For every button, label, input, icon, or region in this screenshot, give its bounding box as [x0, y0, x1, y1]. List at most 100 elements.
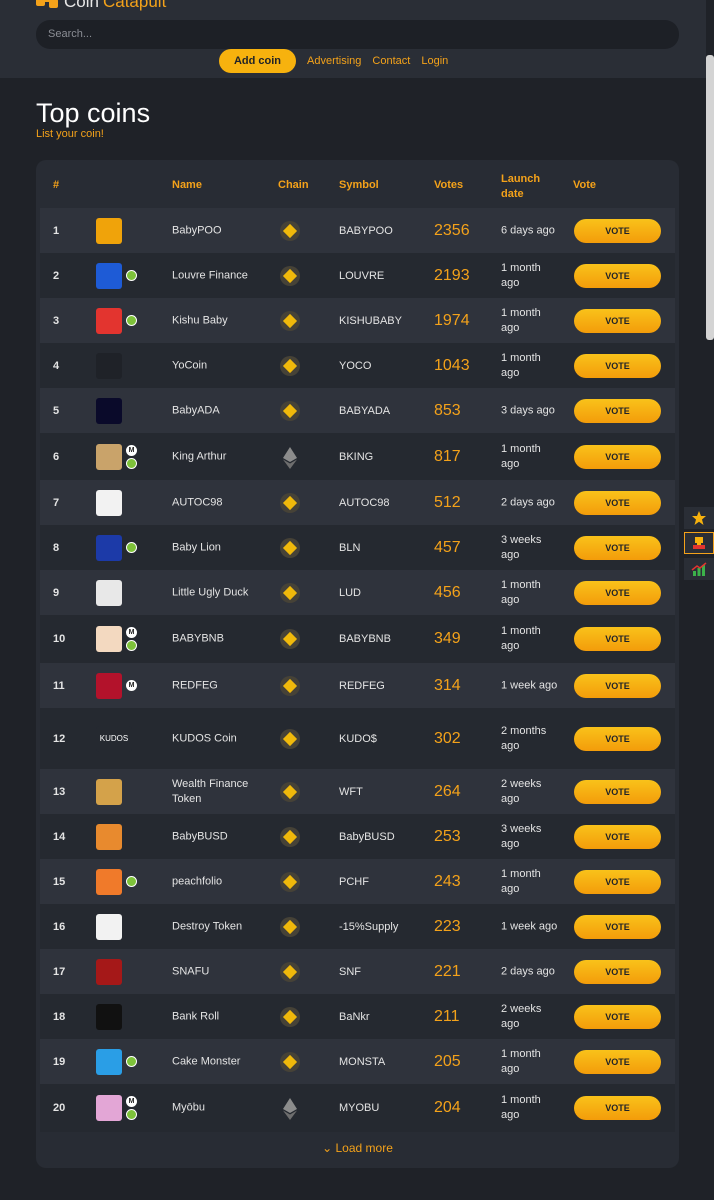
coin-name[interactable]: BabyADA	[172, 403, 267, 418]
vote-count: 457	[434, 538, 461, 556]
side-trophy-button[interactable]	[684, 532, 714, 554]
coin-name[interactable]: Baby Lion	[172, 540, 267, 555]
search-input[interactable]: Search...	[36, 20, 679, 49]
coin-logo-icon[interactable]	[96, 489, 122, 516]
vote-count: 302	[434, 729, 461, 747]
page-scrollbar[interactable]	[706, 55, 714, 340]
nav-login[interactable]: Login	[421, 55, 448, 67]
top-nav: Add coin Advertising Contact Login	[219, 49, 448, 73]
vote-button[interactable]: VOTE	[574, 1096, 661, 1120]
coin-name[interactable]: Little Ugly Duck	[172, 585, 267, 600]
launch-date: 1 month ago	[501, 351, 541, 379]
coin-name[interactable]: peachfolio	[172, 874, 267, 889]
vote-button[interactable]: VOTE	[574, 535, 661, 560]
coin-name[interactable]: BABYBNB	[172, 632, 267, 647]
coin-name[interactable]: KUDOS Coin	[172, 731, 267, 746]
coin-logo-icon[interactable]	[96, 626, 122, 652]
coin-logo-icon[interactable]	[96, 958, 122, 985]
coin-logo-icon[interactable]	[96, 397, 122, 424]
coin-rank: 3	[53, 314, 60, 327]
launch-date: 3 weeks ago	[501, 822, 542, 850]
vote-button[interactable]: VOTE	[574, 959, 661, 984]
vote-button[interactable]: VOTE	[574, 914, 661, 939]
coin-rank: 5	[53, 404, 60, 417]
top-header: Coin Catapult Search... Add coin Advertis…	[0, 0, 706, 78]
coin-logo-icon[interactable]	[96, 672, 122, 699]
coin-name[interactable]: Kishu Baby	[172, 313, 267, 328]
coin-logo-icon[interactable]	[96, 823, 122, 850]
logo[interactable]: Coin Catapult	[36, 0, 166, 12]
nav-contact[interactable]: Contact	[372, 55, 410, 67]
coin-logo-icon[interactable]	[96, 1048, 122, 1075]
coin-logo-icon[interactable]: KUDOS	[96, 725, 132, 752]
coin-name[interactable]: King Arthur	[172, 449, 267, 464]
side-star-button[interactable]	[684, 507, 714, 529]
coin-logo-icon[interactable]	[96, 868, 122, 895]
coin-logo-icon[interactable]	[96, 352, 122, 379]
side-chart-button[interactable]	[684, 558, 714, 580]
vote-button[interactable]: VOTE	[574, 726, 661, 751]
vote-button[interactable]: VOTE	[574, 263, 661, 288]
vote-button[interactable]: VOTE	[574, 490, 661, 515]
launch-date: 1 month ago	[501, 578, 541, 606]
vote-button[interactable]: VOTE	[574, 218, 661, 243]
launch-date: 3 days ago	[501, 404, 555, 416]
table-row: 4 YoCoin YOCO 1043 1 month ago VOTE	[40, 343, 675, 388]
coinmarket-badge-icon: M	[126, 627, 137, 638]
nav-advertising[interactable]: Advertising	[307, 55, 361, 67]
vote-button[interactable]: VOTE	[574, 444, 661, 469]
coin-logo-icon[interactable]	[96, 1095, 122, 1121]
coin-logo-icon[interactable]	[96, 579, 122, 606]
table-row: 5 BabyADA BABYADA 853 3 days ago VOTE	[40, 388, 675, 433]
coin-symbol: BKING	[339, 450, 374, 463]
coin-logo-icon[interactable]	[96, 1003, 122, 1030]
coin-rank: 13	[53, 785, 66, 798]
coin-name[interactable]: Cake Monster	[172, 1054, 267, 1069]
coin-logo-icon[interactable]	[96, 307, 122, 334]
coin-logo-icon[interactable]	[96, 262, 122, 289]
table-row: 8 Baby Lion BLN 457 3 weeks ago VOTE	[40, 525, 675, 570]
coin-symbol: BLN	[339, 541, 361, 554]
coin-name[interactable]: BabyPOO	[172, 223, 267, 238]
load-more-button[interactable]: ⌄ Load more	[36, 1141, 679, 1155]
vote-button[interactable]: VOTE	[574, 673, 661, 698]
coin-name[interactable]: REDFEG	[172, 678, 267, 693]
coin-name[interactable]: YoCoin	[172, 358, 267, 373]
vote-button[interactable]: VOTE	[574, 869, 661, 894]
list-your-coin-link[interactable]: List your coin!	[36, 128, 104, 140]
coin-name[interactable]: Wealth Finance Token	[172, 777, 267, 807]
coin-logo-icon[interactable]	[96, 534, 122, 561]
coin-name[interactable]: BabyBUSD	[172, 829, 267, 844]
coin-logo-icon[interactable]	[96, 778, 122, 805]
coin-logo-icon[interactable]	[96, 913, 122, 940]
bnb-chain-icon	[280, 675, 300, 696]
coin-name[interactable]: Myōbu	[172, 1101, 267, 1116]
vote-button[interactable]: VOTE	[574, 1004, 661, 1029]
coin-name[interactable]: SNAFU	[172, 964, 267, 979]
vote-button[interactable]: VOTE	[574, 308, 661, 333]
coinmarket-badge-icon: M	[126, 679, 137, 691]
vote-button[interactable]: VOTE	[574, 824, 661, 849]
vote-button[interactable]: VOTE	[574, 398, 661, 423]
vote-button[interactable]: VOTE	[574, 627, 661, 651]
coin-name[interactable]: AUTOC98	[172, 495, 267, 510]
coin-symbol: WFT	[339, 785, 363, 798]
launch-date: 6 days ago	[501, 224, 555, 236]
vote-button[interactable]: VOTE	[574, 353, 661, 378]
coin-name[interactable]: Bank Roll	[172, 1009, 267, 1024]
verified-badge-icon	[126, 875, 137, 887]
add-coin-button[interactable]: Add coin	[219, 49, 296, 73]
coin-rank: 15	[53, 875, 66, 888]
coin-logo-icon[interactable]	[96, 217, 122, 244]
coins-table: # Name Chain Symbol Votes Launch date Vo…	[36, 160, 679, 1168]
vote-button[interactable]: VOTE	[574, 779, 661, 804]
coin-name[interactable]: Louvre Finance	[172, 268, 267, 283]
vote-button[interactable]: VOTE	[574, 1049, 661, 1074]
launch-date: 2 days ago	[501, 965, 555, 977]
coin-logo-icon[interactable]	[96, 443, 122, 470]
table-row: 1 BabyPOO BABYPOO 2356 6 days ago VOTE	[40, 208, 675, 253]
coin-symbol: KUDO$	[339, 732, 377, 745]
vote-button[interactable]: VOTE	[574, 580, 661, 605]
coin-name[interactable]: Destroy Token	[172, 919, 267, 934]
vote-count: 205	[434, 1052, 461, 1070]
